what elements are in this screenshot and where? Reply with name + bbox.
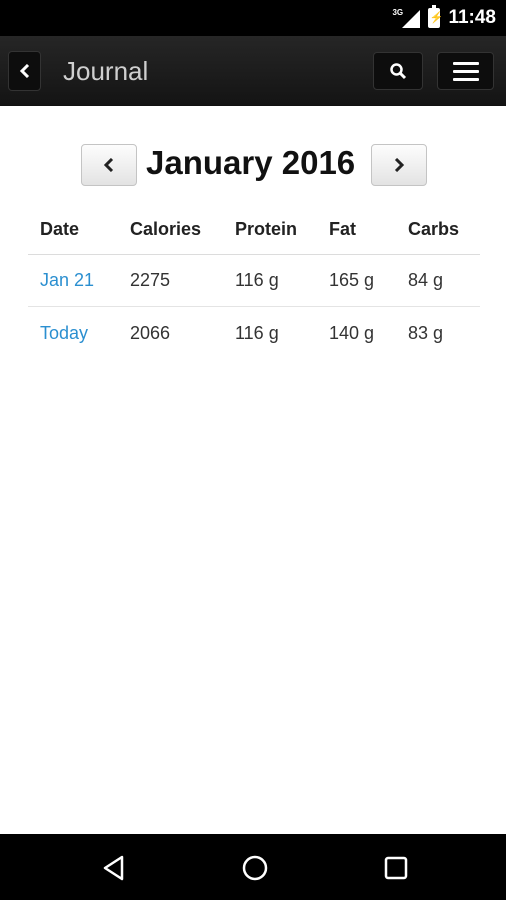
header-date: Date xyxy=(40,219,80,239)
signal-icon: 3G xyxy=(392,8,421,28)
status-bar: 3G 11:48 xyxy=(0,0,506,36)
search-icon xyxy=(390,63,407,80)
date-link[interactable]: Today xyxy=(40,307,88,359)
recents-square-icon[interactable] xyxy=(382,854,410,882)
back-button[interactable] xyxy=(8,51,41,91)
carbs-value: 83 g xyxy=(408,322,444,343)
previous-month-button[interactable] xyxy=(81,144,137,186)
chevron-left-icon xyxy=(103,158,114,172)
page-title: Journal xyxy=(63,56,149,86)
month-navigation: January 2016 xyxy=(0,143,506,187)
fat-value: 165 g xyxy=(329,270,375,290)
app-bar: Journal xyxy=(0,36,506,106)
header-protein: Protein xyxy=(235,219,298,239)
journal-table: Date Calories Protein Fat Carbs Jan 21 2… xyxy=(28,205,480,359)
header-calories: Calories xyxy=(130,219,202,239)
next-month-button[interactable] xyxy=(371,144,427,186)
table-row[interactable]: Today 2066 116 g 140 g 83 g xyxy=(28,307,480,359)
search-button[interactable] xyxy=(373,52,423,90)
date-link[interactable]: Jan 21 xyxy=(40,255,94,306)
chevron-right-icon xyxy=(394,158,405,172)
calories-value: 2275 xyxy=(130,270,171,290)
month-title: January 2016 xyxy=(146,144,356,181)
fat-value: 140 g xyxy=(329,322,375,343)
table-row[interactable]: Jan 21 2275 116 g 165 g 84 g xyxy=(28,255,480,307)
system-nav-bar xyxy=(0,834,506,900)
carbs-value: 84 g xyxy=(408,270,444,290)
chevron-left-icon xyxy=(19,64,29,78)
status-time: 11:48 xyxy=(448,7,496,28)
hamburger-menu-icon xyxy=(452,61,479,65)
back-triangle-icon[interactable] xyxy=(100,854,128,882)
protein-value: 116 g xyxy=(235,270,279,290)
home-circle-icon[interactable] xyxy=(241,854,269,882)
protein-value: 116 g xyxy=(235,322,279,343)
header-fat: Fat xyxy=(329,219,356,239)
table-header: Date Calories Protein Fat Carbs xyxy=(28,205,480,255)
calories-value: 2066 xyxy=(130,322,171,343)
menu-button[interactable] xyxy=(437,52,494,90)
battery-charging-icon xyxy=(428,5,443,28)
header-carbs: Carbs xyxy=(408,219,460,239)
